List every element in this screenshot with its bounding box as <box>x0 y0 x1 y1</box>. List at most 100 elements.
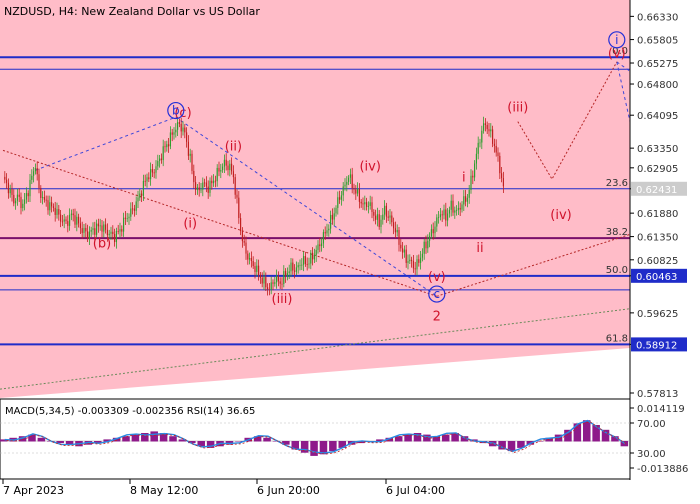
candle-body <box>6 179 8 183</box>
price-tick-label: 0.64095 <box>637 111 678 122</box>
candle-body <box>97 223 99 227</box>
candle-body <box>22 203 24 209</box>
candle-body <box>16 194 18 201</box>
candle-body <box>141 193 143 196</box>
candle-body <box>427 240 429 249</box>
candle-body <box>270 282 272 290</box>
candle-body <box>434 226 436 234</box>
candle-body <box>285 271 287 277</box>
candle-body <box>364 202 366 205</box>
candle-body <box>466 197 468 202</box>
wave-label: (v) <box>428 270 446 285</box>
candle-body <box>344 184 346 187</box>
macd-bar <box>394 436 403 442</box>
candle-body <box>499 155 501 174</box>
candle-body <box>123 217 125 232</box>
wave-label-circle: i <box>615 33 618 47</box>
candle-body <box>115 231 117 243</box>
candle-body <box>171 132 173 135</box>
candle-body <box>27 193 29 197</box>
candle-body <box>402 248 404 253</box>
candle-body <box>133 208 135 211</box>
price-tag-label: 0.58912 <box>636 340 677 351</box>
candle-body <box>502 178 504 187</box>
candle-body <box>486 124 488 130</box>
wave-label: (iii) <box>272 292 293 307</box>
candle-body <box>268 289 270 291</box>
candle-body <box>450 200 452 210</box>
candle-body <box>321 243 323 247</box>
candle-body <box>283 271 285 285</box>
price-axis: 0.66330 0.65805 0.65275 0.64800 0.64095 0.633… <box>630 12 687 400</box>
candle-body <box>24 199 26 204</box>
candle-body <box>54 207 56 215</box>
indicator-tick-label: 30.00 <box>637 449 666 460</box>
macd-bar <box>122 436 130 442</box>
candle-body <box>423 241 425 254</box>
candle-body <box>254 266 256 272</box>
candle-body <box>382 214 384 220</box>
candle-body <box>223 159 225 167</box>
candle-body <box>281 283 283 285</box>
price-tick-label: 0.61350 <box>637 233 678 244</box>
candle-body <box>306 263 308 265</box>
candle-body <box>272 282 274 284</box>
candle-body <box>247 253 249 260</box>
candle-body <box>243 241 245 243</box>
macd-bar <box>150 431 158 442</box>
candle-body <box>42 197 44 198</box>
candle-body <box>83 227 85 233</box>
candle-body <box>250 258 252 262</box>
candle-body <box>288 271 290 274</box>
candle-body <box>454 210 456 213</box>
candle-body <box>88 231 90 239</box>
candle-body <box>294 270 296 272</box>
candle-body <box>146 177 148 182</box>
candle-body <box>222 166 224 171</box>
candle-body <box>488 129 490 132</box>
candle-body <box>441 214 443 216</box>
time-tick-label: 6 Jul 04:00 <box>386 484 445 497</box>
candle-body <box>348 177 350 182</box>
macd-bar <box>263 437 271 442</box>
price-tick-label: 0.57813 <box>637 389 678 400</box>
wave-label: 2 <box>433 310 441 325</box>
candle-body <box>425 241 427 249</box>
candle-body <box>436 217 438 227</box>
candle-body <box>11 189 13 195</box>
candle-body <box>263 277 265 284</box>
candle-body <box>166 144 168 148</box>
candle-body <box>299 265 301 266</box>
candle-body <box>308 263 310 265</box>
candle-body <box>265 277 267 288</box>
candle-body <box>63 219 65 222</box>
time-tick-label: 8 May 12:00 <box>130 484 198 497</box>
candle-body <box>445 209 447 221</box>
candle-body <box>432 229 434 234</box>
candle-body <box>234 177 236 195</box>
candle-body <box>204 182 206 184</box>
candle-body <box>162 146 164 161</box>
candle-body <box>25 193 27 200</box>
candle-body <box>112 231 114 235</box>
candle-body <box>470 175 472 190</box>
candle-body <box>148 177 150 180</box>
candle-body <box>394 228 396 233</box>
candle-body <box>472 175 474 178</box>
candle-body <box>342 186 344 196</box>
price-tag-label: 0.62431 <box>636 185 677 196</box>
candle-body <box>362 203 364 205</box>
candle-body <box>85 227 87 232</box>
macd-bar <box>329 441 337 452</box>
candle-body <box>493 143 495 146</box>
candle-body <box>396 229 398 233</box>
candle-body <box>475 153 477 164</box>
candle-body <box>213 180 215 184</box>
candle-body <box>333 213 335 220</box>
candle-body <box>477 142 479 154</box>
macd-bar <box>169 436 177 442</box>
candle-body <box>430 229 432 237</box>
wave-label: (v) <box>608 46 626 61</box>
candle-body <box>177 122 179 130</box>
candle-body <box>249 258 251 260</box>
